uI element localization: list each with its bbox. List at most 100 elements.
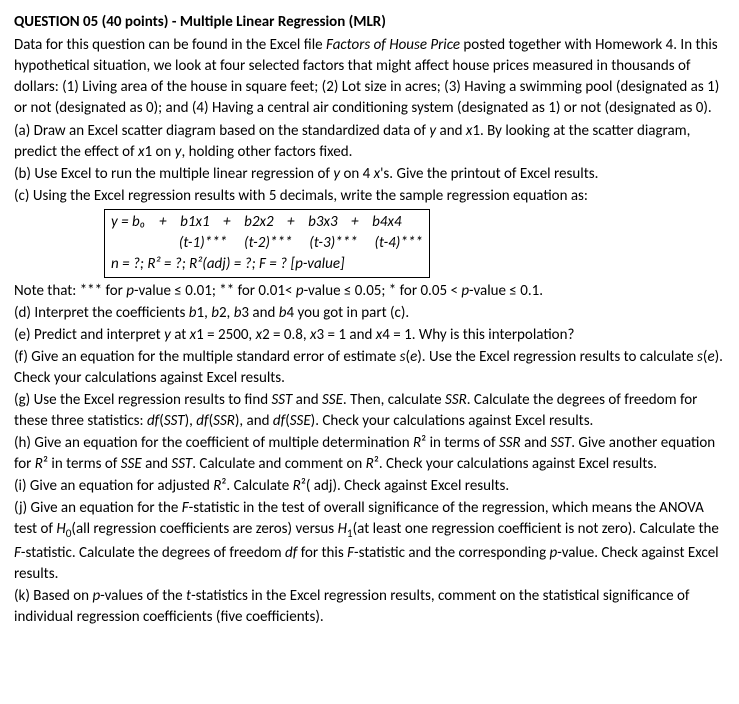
text: 2 = 0.8, xyxy=(262,326,310,344)
var-y: y xyxy=(164,326,171,344)
text: ( adj). Check against Excel results. xyxy=(306,477,509,495)
var-e: e xyxy=(707,348,714,366)
part-g-text: (g) Use the Excel regression results to … xyxy=(14,391,272,409)
text: , holding other factors fixed. xyxy=(181,143,352,161)
var-p: p xyxy=(461,282,469,300)
equation-row-2: (t-1)*** (t-2)*** (t-3)*** (t-4)*** xyxy=(111,233,423,254)
var-r: R xyxy=(413,434,421,452)
part-j: (j) Give an equation for the F-statistic… xyxy=(14,498,725,585)
var-sse: SSE xyxy=(290,412,311,430)
part-e: (e) Predict and interpret y at x1 = 2500… xyxy=(14,325,725,346)
significance-note: Note that: *** for p-value ≤ 0.01; ** fo… xyxy=(14,281,725,302)
var-f: F xyxy=(182,499,189,517)
text: -statistic and the corresponding xyxy=(354,544,549,562)
var-ssr: SSR xyxy=(213,412,235,430)
var-sst: SST xyxy=(272,391,293,409)
var-f: F xyxy=(14,544,21,562)
text: 4 = 1. Why is this interpolation? xyxy=(382,326,574,344)
text: ). Use the Excel regression results to c… xyxy=(417,348,697,366)
text: 3 and xyxy=(241,304,278,322)
text: . Calculate and comment on xyxy=(192,455,365,473)
var-h: H xyxy=(338,520,347,538)
text: for this xyxy=(297,544,347,562)
equation-row-3: n = ?; R² = ?; R²(adj) = ?; F = ? [p-val… xyxy=(111,254,423,275)
part-i: (i) Give an equation for adjusted R². Ca… xyxy=(14,476,725,497)
text: and xyxy=(436,122,466,140)
part-c: (c) Using the Excel regression results w… xyxy=(14,186,725,207)
part-h: (h) Give an equation for the coefficient… xyxy=(14,433,725,475)
text: -values of the xyxy=(100,587,186,605)
var-b: b xyxy=(211,304,219,322)
var-f: F xyxy=(347,544,354,562)
part-d: (d) Interpret the coefficients b1, b2, b… xyxy=(14,303,725,324)
text: in terms of xyxy=(426,434,499,452)
intro-filename: Factors of House Price xyxy=(326,36,460,54)
text: and xyxy=(292,391,322,409)
var-h: H xyxy=(56,520,65,538)
text: -value ≤ 0.1. xyxy=(469,282,543,300)
text: 2, xyxy=(219,304,234,322)
var-r: R xyxy=(366,455,374,473)
equation-row-1: y = b₀ + b1x1 + b2x2 + b3x3 + b4x4 xyxy=(111,212,423,233)
text: and xyxy=(142,455,172,473)
part-k: (k) Based on p-values of the t-statistic… xyxy=(14,586,725,628)
part-i-text: (i) Give an equation for adjusted xyxy=(14,477,213,495)
var-r: R xyxy=(293,477,301,495)
text: -statistic. Calculate the degrees of fre… xyxy=(21,544,285,562)
part-j-text: (j) Give an equation for the xyxy=(14,499,182,517)
var-sse: SSE xyxy=(322,391,343,409)
part-k-text: (k) Based on xyxy=(14,587,92,605)
part-b-text: (b) Use Excel to run the multiple linear… xyxy=(14,165,333,183)
var-ssr: SSR xyxy=(445,391,467,409)
text: 's. Give the printout of Excel results. xyxy=(380,165,598,183)
text: in terms of xyxy=(48,455,121,473)
text: ), and xyxy=(235,412,273,430)
var-p: p xyxy=(296,282,304,300)
var-df: df xyxy=(196,412,208,430)
var-sst: SST xyxy=(164,412,185,430)
intro-text-1: Data for this question can be found in t… xyxy=(14,36,326,54)
text: Note that: *** for xyxy=(14,282,126,300)
part-e-text: (e) Predict and interpret xyxy=(14,326,164,344)
text: . Then, calculate xyxy=(343,391,445,409)
intro-paragraph: Data for this question can be found in t… xyxy=(14,35,725,119)
var-p: p xyxy=(126,282,134,300)
text: 1 on xyxy=(145,143,175,161)
text: ), xyxy=(185,412,197,430)
text: 1, xyxy=(196,304,211,322)
var-s: s xyxy=(400,348,406,366)
var-p: p xyxy=(92,587,100,605)
part-f: (f) Give an equation for the multiple st… xyxy=(14,347,725,389)
text: . Calculate xyxy=(226,477,292,495)
text: ). Check your calculations against Excel… xyxy=(311,412,594,430)
text: 1 = 2500, xyxy=(196,326,255,344)
var-df: df xyxy=(147,412,159,430)
text: on 4 xyxy=(340,165,374,183)
text: 3 = 1 and xyxy=(317,326,376,344)
text: 4 you got in part (c). xyxy=(286,304,409,322)
text: (all regression coefficients are zeros) … xyxy=(71,520,337,538)
var-ssr: SSR xyxy=(499,434,521,452)
part-b: (b) Use Excel to run the multiple linear… xyxy=(14,164,725,185)
text: at xyxy=(171,326,190,344)
var-sst: SST xyxy=(550,434,571,452)
text: and xyxy=(521,434,551,452)
part-a: (a) Draw an Excel scatter diagram based … xyxy=(14,121,725,163)
var-s: s xyxy=(697,348,703,366)
text: -value ≤ 0.05; * for 0.05 < xyxy=(304,282,462,300)
question-title: QUESTION 05 (40 points) - Multiple Linea… xyxy=(14,12,725,33)
part-f-text: (f) Give an equation for the multiple st… xyxy=(14,348,400,366)
var-sse: SSE xyxy=(121,455,142,473)
var-df: df xyxy=(285,544,297,562)
part-a-text: (a) Draw an Excel scatter diagram based … xyxy=(14,122,429,140)
var-r: R xyxy=(213,477,221,495)
text: -value ≤ 0.01; ** for 0.01< xyxy=(134,282,296,300)
var-sst: SST xyxy=(171,455,192,473)
text: . Check your calculations against Excel … xyxy=(379,455,657,473)
part-h-text: (h) Give an equation for the coefficient… xyxy=(14,434,413,452)
part-d-text: (d) Interpret the coefficients xyxy=(14,304,189,322)
var-r: R xyxy=(35,455,43,473)
text: (at least one regression coefficient is … xyxy=(353,520,719,538)
var-df: df xyxy=(273,412,285,430)
equation-box: y = b₀ + b1x1 + b2x2 + b3x3 + b4x4 (t-1)… xyxy=(104,209,430,278)
